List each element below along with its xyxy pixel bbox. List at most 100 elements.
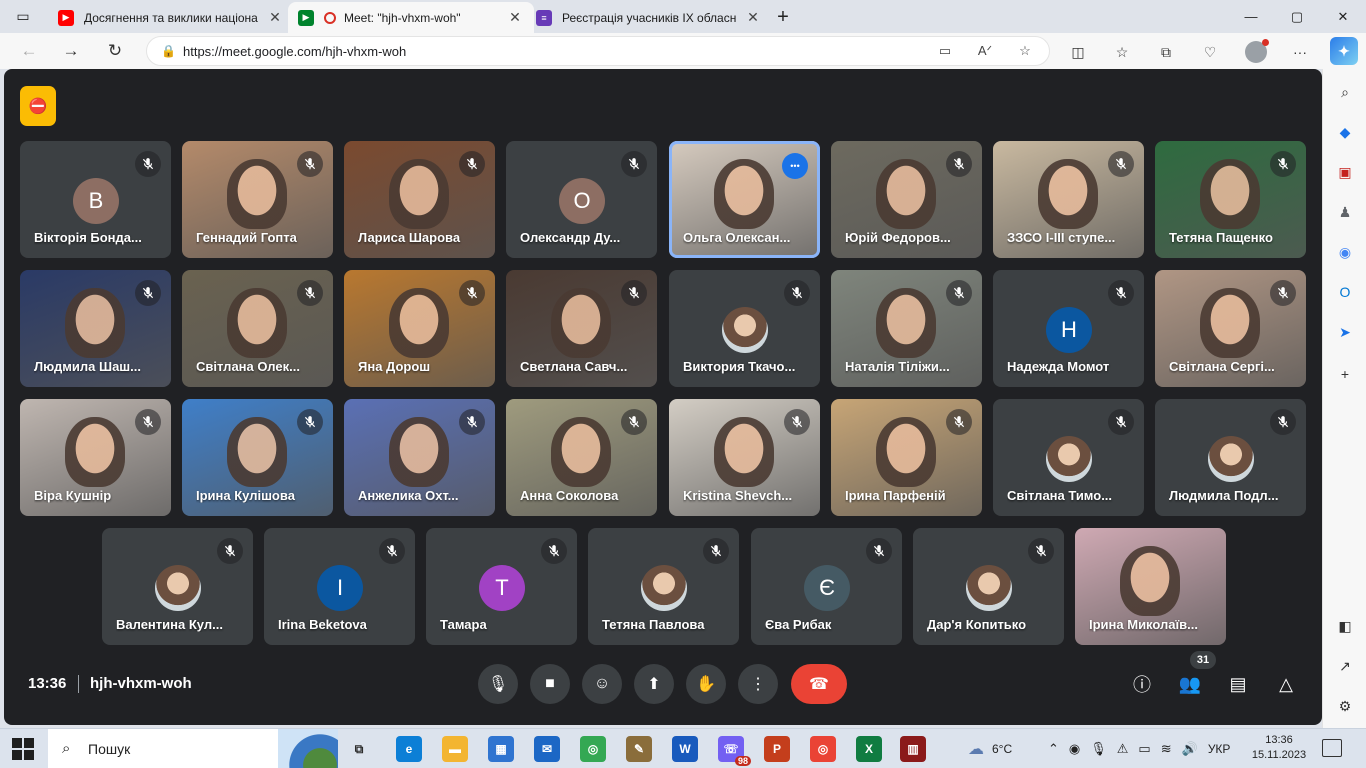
participant-tile[interactable]: Светлана Савч... xyxy=(506,270,657,387)
minimize-button[interactable]: — xyxy=(1228,0,1274,33)
language-indicator[interactable]: УКР xyxy=(1208,742,1231,756)
add-icon[interactable]: + xyxy=(1332,361,1358,387)
participant-tile[interactable]: Т Тамара xyxy=(426,528,577,645)
viber-icon[interactable]: ☏ 98 xyxy=(718,736,751,766)
excel-icon[interactable]: X xyxy=(856,736,882,762)
start-button[interactable] xyxy=(12,738,34,760)
camera-button[interactable]: ■ xyxy=(530,664,570,704)
microphone-button[interactable]: 🎙 xyxy=(478,664,518,704)
microphone-tray-icon[interactable]: 🎙 xyxy=(1090,741,1107,757)
store-icon[interactable]: ▦ xyxy=(488,736,514,762)
participant-tile[interactable]: Геннадий Гопта xyxy=(182,141,333,258)
favorites-icon[interactable]: ☆ xyxy=(1110,40,1134,64)
participant-tile[interactable]: Анжелика Охт... xyxy=(344,399,495,516)
wifi-icon[interactable]: ≋ xyxy=(1161,741,1172,757)
chrome-2-icon[interactable]: ◎ xyxy=(810,736,836,762)
emoji-reaction-button[interactable]: ☺ xyxy=(582,664,622,704)
participant-tile[interactable]: Є Єва Рибак xyxy=(751,528,902,645)
browser-essentials-icon[interactable]: ♡ xyxy=(1198,40,1222,64)
participant-tile[interactable]: Ірина Кулішова xyxy=(182,399,333,516)
close-icon[interactable]: ✕ xyxy=(744,9,762,26)
volume-icon[interactable]: 🔊 xyxy=(1182,741,1198,757)
favorite-star-icon[interactable]: ☆ xyxy=(1014,40,1036,62)
meet-tray-icon[interactable]: ◉ xyxy=(1069,741,1080,757)
raise-hand-button[interactable]: ✋ xyxy=(686,664,726,704)
participant-tile[interactable]: ЗЗСО І-ІІІ ступе... xyxy=(993,141,1144,258)
tab-actions-icon[interactable]: ▭ xyxy=(8,0,38,33)
settings-more-icon[interactable]: ··· xyxy=(1288,40,1312,64)
task-view-icon[interactable]: ⧉ xyxy=(346,736,372,762)
participant-tile[interactable]: Ірина Парфеній xyxy=(831,399,982,516)
settings-icon[interactable]: ⚙ xyxy=(1332,693,1358,719)
send-icon[interactable]: ➤ xyxy=(1332,319,1358,345)
window-close-button[interactable]: ✕ xyxy=(1320,0,1366,33)
external-icon[interactable]: ↗ xyxy=(1332,653,1358,679)
network-tray-icon[interactable]: ⚠ xyxy=(1117,741,1129,757)
participant-tile[interactable]: Світлана Тимо... xyxy=(993,399,1144,516)
maximize-button[interactable]: ▢ xyxy=(1274,0,1320,33)
mail-icon[interactable]: ✉ xyxy=(534,736,560,762)
paint-icon[interactable]: ✎ xyxy=(626,736,652,762)
more-options-icon[interactable]: ••• xyxy=(782,153,808,179)
participant-tile[interactable]: Ірина Миколаїв... xyxy=(1075,528,1226,645)
participant-tile[interactable]: I Irina Beketova xyxy=(264,528,415,645)
participant-tile[interactable]: Віра Кушнір xyxy=(20,399,171,516)
participant-tile[interactable]: Світлана Олек... xyxy=(182,270,333,387)
search-icon[interactable]: ⌕ xyxy=(1332,79,1358,105)
battery-icon[interactable]: ▭ xyxy=(1138,741,1150,757)
participant-tile[interactable]: Валентина Кул... xyxy=(102,528,253,645)
powerpoint-icon[interactable]: P xyxy=(764,736,790,762)
meeting-info-button[interactable]: ⓘ xyxy=(1125,667,1159,701)
participant-tile[interactable]: ••• Ольга Олексан... xyxy=(669,141,820,258)
read-aloud-icon[interactable]: Aᐟ xyxy=(974,40,996,62)
participant-tile[interactable]: Наталія Тіліжи... xyxy=(831,270,982,387)
tools-icon[interactable]: ▣ xyxy=(1332,159,1358,185)
participant-tile[interactable]: Анна Соколова xyxy=(506,399,657,516)
participant-tile[interactable]: Людмила Шаш... xyxy=(20,270,171,387)
leave-call-button[interactable]: ☎ xyxy=(791,664,847,704)
word-icon[interactable]: W xyxy=(672,736,698,762)
participant-tile[interactable]: Яна Дорош xyxy=(344,270,495,387)
camera-icon[interactable]: ▭ xyxy=(934,40,956,62)
copilot-icon[interactable]: ✦ xyxy=(1330,37,1358,65)
participant-tile[interactable]: Н Надежда Момот xyxy=(993,270,1144,387)
tab-meet[interactable]: ▶ Meet: "hjh-vhxm-woh" ✕ xyxy=(288,2,534,33)
participant-tile[interactable]: Людмила Подл... xyxy=(1155,399,1306,516)
shopping-icon[interactable]: ◆ xyxy=(1332,119,1358,145)
close-icon[interactable]: ✕ xyxy=(266,9,284,26)
lock-icon[interactable]: 🔒 xyxy=(161,44,183,58)
chat-button[interactable]: ▤ xyxy=(1221,667,1255,701)
taskbar-clock[interactable]: 13:36 15.11.2023 xyxy=(1250,733,1308,763)
winrar-icon[interactable]: ▥ xyxy=(900,736,926,762)
participant-tile[interactable]: Kristina Shevch... xyxy=(669,399,820,516)
chevron-up-icon[interactable]: ⌃ xyxy=(1048,741,1059,757)
participant-tile[interactable]: Тетяна Павлова xyxy=(588,528,739,645)
chrome-icon[interactable]: ◎ xyxy=(580,736,606,762)
participant-tile[interactable]: Дар'я Копитько xyxy=(913,528,1064,645)
address-bar[interactable]: 🔒 https://meet.google.com/hjh-vhxm-woh xyxy=(146,36,1050,66)
weather-widget[interactable]: ☁ 6°C xyxy=(968,729,1012,768)
participant-tile[interactable]: Лариса Шарова xyxy=(344,141,495,258)
participant-tile[interactable]: В Вікторія Бонда... xyxy=(20,141,171,258)
tab-forms[interactable]: ≡ Реєстрація учасників IX обласн ✕ xyxy=(526,2,772,33)
participant-tile[interactable]: О Олександр Ду... xyxy=(506,141,657,258)
taskbar-search-box[interactable]: ⌕ Пошук xyxy=(48,729,338,768)
more-options-button[interactable]: ⋮ xyxy=(738,664,778,704)
close-icon[interactable]: ✕ xyxy=(506,9,524,26)
new-tab-button[interactable]: + xyxy=(770,4,796,30)
sidebar-toggle-icon[interactable]: ◧ xyxy=(1332,613,1358,639)
collections-icon[interactable]: ⧉ xyxy=(1154,40,1178,64)
participant-tile[interactable]: Тетяна Пащенко xyxy=(1155,141,1306,258)
reload-button[interactable]: ↻ xyxy=(100,37,130,65)
recording-off-icon[interactable]: ⛔ xyxy=(20,86,56,126)
split-screen-icon[interactable]: ◫ xyxy=(1066,40,1090,64)
activities-button[interactable]: △ xyxy=(1269,667,1303,701)
back-button[interactable]: ← xyxy=(14,37,44,65)
participant-tile[interactable]: Юрій Федоров... xyxy=(831,141,982,258)
outlook-icon[interactable]: O xyxy=(1332,279,1358,305)
edge-icon[interactable]: e xyxy=(396,736,422,762)
forward-button[interactable]: → xyxy=(56,37,86,65)
present-screen-button[interactable]: ⬆ xyxy=(634,664,674,704)
people-button[interactable]: 👥 xyxy=(1173,667,1207,701)
games-icon[interactable]: ♟ xyxy=(1332,199,1358,225)
